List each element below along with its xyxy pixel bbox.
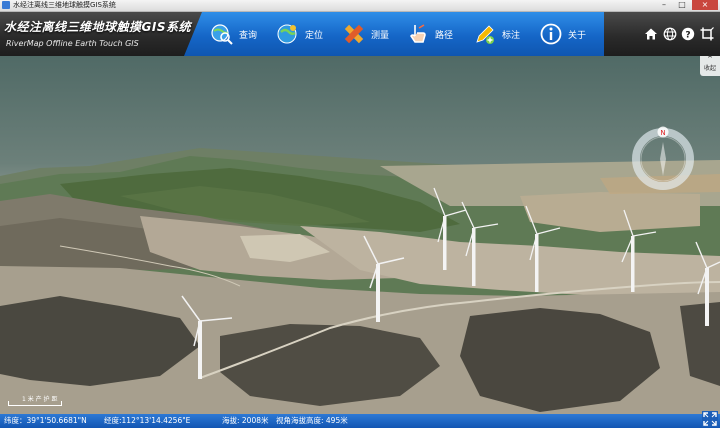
collapse-button[interactable]: ⌃ 收起 bbox=[700, 56, 720, 76]
ruler-measure-icon bbox=[344, 24, 364, 44]
hand-path-icon bbox=[410, 24, 426, 43]
window-title: 水经注离线三维地球触摸GIS系统 bbox=[13, 1, 116, 9]
nav-path-button[interactable]: 路径 bbox=[406, 12, 453, 56]
nav-query-button[interactable]: 查询 bbox=[210, 12, 257, 56]
map-viewport[interactable]: N 1 米 产 护 距 bbox=[0, 56, 720, 414]
pencil-mark-icon bbox=[476, 25, 494, 44]
compass-widget[interactable]: N bbox=[628, 122, 698, 192]
info-icon bbox=[540, 23, 562, 45]
nav-mark-label: 标注 bbox=[502, 30, 521, 41]
home-icon[interactable] bbox=[644, 27, 658, 41]
scale-line bbox=[8, 401, 62, 406]
nav-locate-button[interactable]: 定位 bbox=[276, 12, 323, 56]
close-button[interactable]: × bbox=[692, 0, 718, 10]
minimize-button[interactable]: – bbox=[656, 0, 672, 10]
help-icon[interactable]: ? bbox=[681, 27, 695, 41]
nav-measure-label: 测量 bbox=[371, 30, 390, 41]
svg-text:?: ? bbox=[685, 31, 690, 41]
altitude-readout: 海拔: 2008米 bbox=[222, 416, 269, 425]
fullscreen-icon[interactable] bbox=[702, 411, 718, 427]
terrain-scene bbox=[0, 148, 720, 414]
app-icon bbox=[2, 1, 10, 9]
app-header: 水经注离线三维地球触摸GIS系统 RiverMap Offline Earth … bbox=[0, 12, 720, 56]
app-subtitle: RiverMap Offline Earth Touch GIS bbox=[6, 39, 139, 48]
latitude-readout: 纬度：39°1'50.6681"N bbox=[4, 416, 87, 425]
nav-path-label: 路径 bbox=[435, 30, 454, 41]
nav-about-button[interactable]: 关于 bbox=[539, 12, 586, 56]
nav-about-label: 关于 bbox=[568, 30, 587, 41]
nav-measure-button[interactable]: 测量 bbox=[342, 12, 389, 56]
globe-search-icon bbox=[211, 24, 233, 45]
chevron-up-icon: ⌃ bbox=[706, 55, 714, 65]
header-controls: ? bbox=[604, 12, 720, 56]
compass-north-label: N bbox=[660, 129, 665, 137]
nav-mark-button[interactable]: 标注 bbox=[473, 12, 520, 56]
nav-locate-label: 定位 bbox=[305, 30, 324, 41]
globe-locate-icon bbox=[277, 24, 297, 44]
collapse-label: 收起 bbox=[703, 65, 716, 72]
crop-icon[interactable] bbox=[700, 27, 714, 41]
window-title-bar: 水经注离线三维地球触摸GIS系统 – □ × bbox=[0, 0, 720, 12]
maximize-button[interactable]: □ bbox=[674, 0, 690, 10]
longitude-readout: 经度:112°13'14.4256"E bbox=[104, 416, 191, 425]
status-bar: 纬度：39°1'50.6681"N 经度:112°13'14.4256"E 海拔… bbox=[0, 414, 720, 428]
view-altitude-readout: 视角海拔高度: 495米 bbox=[276, 416, 348, 425]
scale-bar: 1 米 产 护 距 bbox=[8, 394, 68, 408]
nav-query-label: 查询 bbox=[239, 30, 258, 41]
app-title: 水经注离线三维地球触摸GIS系统 bbox=[4, 20, 191, 34]
globe-icon[interactable] bbox=[663, 27, 677, 41]
